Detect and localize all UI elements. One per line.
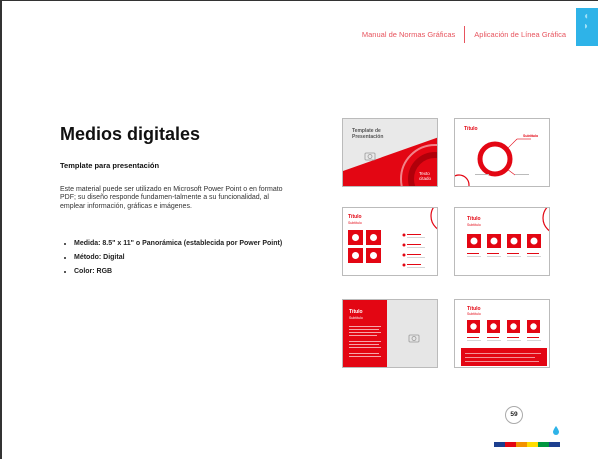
page-number: 59 — [505, 406, 523, 424]
icons-band-subtitle: Subtítulo — [467, 312, 481, 316]
text-image-title: Título — [349, 309, 363, 315]
thumbnail-icon-row: Título Subtítulo — [454, 207, 550, 276]
page-header: Manual de Normas Gráficas Aplicación de … — [362, 26, 566, 43]
color-swatch — [494, 442, 505, 447]
page-border-top — [0, 0, 598, 1]
spec-item-method: Método: Digital — [74, 254, 306, 262]
color-swatch — [549, 442, 560, 447]
thumbnail-diagram: Título Subtítulo — [454, 118, 550, 187]
icon-row-subtitle: Subtítulo — [467, 223, 481, 227]
color-swatch — [505, 442, 516, 447]
manual-title: Manual de Normas Gráficas — [361, 30, 456, 39]
page-subtitle: Template para presentación — [60, 161, 160, 170]
thumbnail-icons-band: Título Subtítulo — [454, 299, 550, 368]
color-swatch — [538, 442, 549, 447]
side-tab: ◖ ◗ — [576, 8, 598, 46]
spec-list: Medida: 8.5" x 11" o Panorámica (estable… — [60, 240, 306, 282]
color-swatch — [516, 442, 527, 447]
icon-row-title: Título — [467, 216, 481, 222]
body-paragraph: Este material puede ser utilizado en Mic… — [60, 186, 283, 210]
header-divider — [464, 26, 466, 43]
icon-grid-title: Título — [348, 214, 362, 220]
thumbnail-cover: Template de Presentación Texto citado — [342, 118, 438, 187]
spec-item-size: Medida: 8.5" x 11" o Panorámica (estable… — [74, 240, 306, 248]
page-border-left — [0, 0, 2, 459]
thumbnail-icon-grid: Título Subtítulo — [342, 207, 438, 276]
water-drop-icon — [553, 426, 559, 435]
side-tab-mark-icon: ◖ ◗ — [582, 11, 590, 32]
diagram-subtitle: Subtítulo — [523, 134, 539, 138]
thumbnail-text-image: Título Subtítulo — [342, 299, 438, 368]
cover-title: Template de Presentación — [352, 128, 384, 140]
color-strip — [494, 442, 560, 447]
text-image-subtitle: Subtítulo — [349, 316, 363, 320]
color-swatch — [527, 442, 538, 447]
section-title: Aplicación de Línea Gráfica — [474, 30, 566, 39]
diagram-title: Título — [464, 126, 478, 132]
cover-quote: Texto citado — [419, 171, 432, 181]
spec-item-color: Color: RGB — [74, 268, 306, 276]
icon-grid-subtitle: Subtítulo — [348, 221, 362, 225]
page-title: Medios digitales — [60, 124, 201, 144]
